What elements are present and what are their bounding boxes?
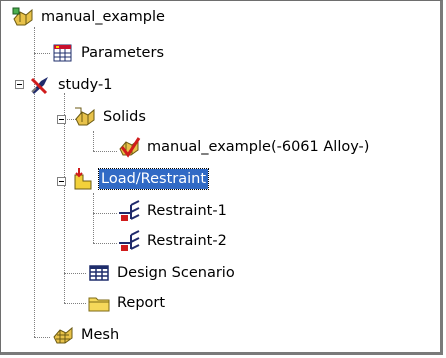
tree-item-design-scenario[interactable]: Design Scenario [87,261,307,285]
collapse-load-restraint-toggle[interactable] [57,177,66,186]
tree-item-label: manual_example(-6061 Alloy-) [147,139,370,155]
parameters-icon [53,44,72,62]
collapse-study-toggle[interactable] [15,80,24,89]
part-icon [12,7,33,26]
study-icon [30,77,48,95]
tree-item-restraint-1[interactable]: Restraint-1 [117,199,267,223]
solid-body-icon [119,137,141,158]
tree-item-mesh[interactable]: Mesh [51,323,201,347]
tree-item-label: Report [117,295,166,311]
mesh-icon [53,326,73,344]
tree-item-solid-body[interactable]: manual_example(-6061 Alloy-) [117,135,435,159]
tree-item-solids[interactable]: Solids [73,105,223,129]
tree-item-report[interactable]: Report [87,291,237,315]
tree-item-root[interactable]: manual_example [11,5,251,29]
feature-tree-panel: manual_example Parameters study-1 Solids [0,0,443,355]
collapse-solids-toggle[interactable] [57,115,66,124]
tree-line [93,243,117,244]
tree-item-label: Parameters [81,45,164,61]
tree-item-parameters[interactable]: Parameters [51,41,231,65]
tree-item-label: Restraint-1 [147,203,227,219]
tree-item-label: study-1 [58,77,113,93]
report-folder-icon [88,297,110,312]
restraint-icon [119,230,140,251]
tree-line [93,151,117,152]
tree-line [34,337,50,338]
tree-item-restraint-2[interactable]: Restraint-2 [117,229,267,253]
tree-item-label: Solids [103,109,146,125]
tree-line [64,93,65,183]
tree-item-label: Restraint-2 [147,233,227,249]
tree-item-label: Load/Restraint [97,168,210,190]
tree-line [64,303,86,304]
tree-item-study[interactable]: study-1 [28,73,208,97]
tree-item-label: manual_example [41,9,165,25]
tree-line [64,273,86,274]
tree-item-load-restraint[interactable]: Load/Restraint [71,167,271,191]
restraint-icon [119,200,140,221]
design-scenario-icon [89,265,109,281]
tree-line [64,183,65,303]
tree-item-label: Mesh [81,327,120,343]
tree-line [93,213,117,214]
tree-line [34,53,50,54]
tree-line [93,193,94,243]
solids-icon [75,107,95,126]
load-restraint-icon [74,168,92,190]
tree-item-label: Design Scenario [117,265,235,281]
tree-line [93,131,94,151]
